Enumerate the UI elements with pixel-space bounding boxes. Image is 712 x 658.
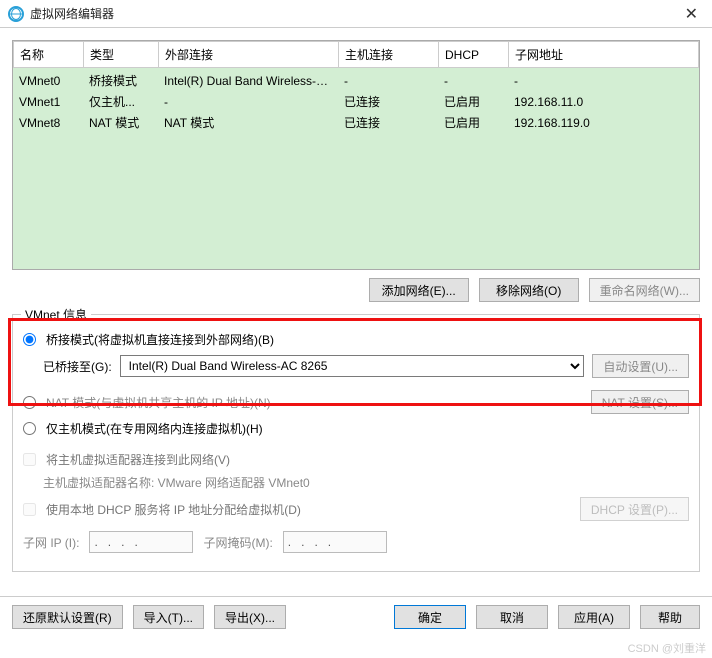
connect-host-adapter-label: 将主机虚拟适配器连接到此网络(V) bbox=[46, 451, 230, 468]
col-subnet[interactable]: 子网地址 bbox=[509, 42, 699, 68]
add-network-button[interactable]: 添加网络(E)... bbox=[369, 278, 469, 302]
cell-name: VMnet1 bbox=[13, 91, 83, 112]
remove-network-button[interactable]: 移除网络(O) bbox=[479, 278, 579, 302]
hostonly-mode-radio[interactable] bbox=[23, 422, 36, 435]
cell-hostconn: 已连接 bbox=[338, 91, 438, 112]
nat-settings-button[interactable]: NAT 设置(S)... bbox=[591, 390, 689, 414]
subnet-ip-input bbox=[89, 531, 193, 553]
nat-mode-label[interactable]: NAT 模式(与虚拟机共享主机的 IP 地址)(N) bbox=[46, 394, 271, 411]
subnet-mask-input bbox=[283, 531, 387, 553]
title-bar: 虚拟网络编辑器 ✕ bbox=[0, 0, 712, 28]
cell-hostconn: 已连接 bbox=[338, 112, 438, 133]
subnet-mask-label: 子网掩码(M): bbox=[203, 534, 272, 551]
col-hostconn[interactable]: 主机连接 bbox=[339, 42, 439, 68]
bridged-to-label: 已桥接至(G): bbox=[43, 358, 112, 375]
cell-extconn: - bbox=[158, 91, 338, 112]
apply-button[interactable]: 应用(A) bbox=[558, 605, 630, 629]
bridge-mode-radio[interactable] bbox=[23, 333, 36, 346]
ok-button[interactable]: 确定 bbox=[394, 605, 466, 629]
cell-dhcp: - bbox=[438, 70, 508, 91]
help-button[interactable]: 帮助 bbox=[640, 605, 700, 629]
table-row[interactable]: VMnet0 桥接模式 Intel(R) Dual Band Wireless-… bbox=[13, 70, 699, 91]
cell-hostconn: - bbox=[338, 70, 438, 91]
cell-extconn: Intel(R) Dual Band Wireless-A... bbox=[158, 70, 338, 91]
cell-dhcp: 已启用 bbox=[438, 91, 508, 112]
cell-name: VMnet0 bbox=[13, 70, 83, 91]
vmnet-info-group: VMnet 信息 桥接模式(将虚拟机直接连接到外部网络)(B) 已桥接至(G):… bbox=[12, 314, 700, 572]
table-header-row: 名称 类型 外部连接 主机连接 DHCP 子网地址 bbox=[14, 42, 699, 68]
restore-defaults-button[interactable]: 还原默认设置(R) bbox=[12, 605, 123, 629]
network-table[interactable]: 名称 类型 外部连接 主机连接 DHCP 子网地址 VMnet0 bbox=[12, 40, 700, 270]
subnet-ip-label: 子网 IP (I): bbox=[23, 534, 79, 551]
use-local-dhcp-label: 使用本地 DHCP 服务将 IP 地址分配给虚拟机(D) bbox=[46, 501, 301, 518]
use-local-dhcp-checkbox bbox=[23, 503, 36, 516]
bridge-mode-label[interactable]: 桥接模式(将虚拟机直接连接到外部网络)(B) bbox=[46, 331, 274, 348]
cell-type: NAT 模式 bbox=[83, 112, 158, 133]
cancel-button[interactable]: 取消 bbox=[476, 605, 548, 629]
dhcp-settings-button[interactable]: DHCP 设置(P)... bbox=[580, 497, 689, 521]
cell-type: 桥接模式 bbox=[83, 70, 158, 91]
close-button[interactable]: ✕ bbox=[679, 4, 704, 24]
export-button[interactable]: 导出(X)... bbox=[214, 605, 286, 629]
col-name[interactable]: 名称 bbox=[14, 42, 84, 68]
content-area: 名称 类型 外部连接 主机连接 DHCP 子网地址 VMnet0 bbox=[0, 28, 712, 584]
cell-subnet: 192.168.119.0 bbox=[508, 112, 699, 133]
cell-subnet: 192.168.11.0 bbox=[508, 91, 699, 112]
cell-name: VMnet8 bbox=[13, 112, 83, 133]
col-extconn[interactable]: 外部连接 bbox=[159, 42, 339, 68]
globe-icon bbox=[8, 6, 24, 22]
col-dhcp[interactable]: DHCP bbox=[439, 42, 509, 68]
window-title: 虚拟网络编辑器 bbox=[30, 5, 679, 22]
hostonly-mode-label[interactable]: 仅主机模式(在专用网络内连接虚拟机)(H) bbox=[46, 420, 263, 437]
auto-settings-button[interactable]: 自动设置(U)... bbox=[592, 354, 689, 378]
connect-host-adapter-checkbox bbox=[23, 453, 36, 466]
vmnet-info-title: VMnet 信息 bbox=[21, 306, 91, 323]
col-type[interactable]: 类型 bbox=[84, 42, 159, 68]
table-row[interactable]: VMnet1 仅主机... - 已连接 已启用 192.168.11.0 bbox=[13, 91, 699, 112]
rename-network-button[interactable]: 重命名网络(W)... bbox=[589, 278, 700, 302]
cell-dhcp: 已启用 bbox=[438, 112, 508, 133]
watermark-text: CSDN @刘重洋 bbox=[628, 640, 706, 656]
footer-bar: 还原默认设置(R) 导入(T)... 导出(X)... 确定 取消 应用(A) … bbox=[0, 596, 712, 629]
bridged-adapter-select[interactable]: Intel(R) Dual Band Wireless-AC 8265 bbox=[120, 355, 585, 377]
cell-extconn: NAT 模式 bbox=[158, 112, 338, 133]
nat-mode-radio[interactable] bbox=[23, 396, 36, 409]
table-row[interactable]: VMnet8 NAT 模式 NAT 模式 已连接 已启用 192.168.119… bbox=[13, 112, 699, 133]
import-button[interactable]: 导入(T)... bbox=[133, 605, 204, 629]
cell-subnet: - bbox=[508, 70, 699, 91]
host-adapter-name-text: 主机虚拟适配器名称: VMware 网络适配器 VMnet0 bbox=[43, 474, 310, 491]
cell-type: 仅主机... bbox=[83, 91, 158, 112]
